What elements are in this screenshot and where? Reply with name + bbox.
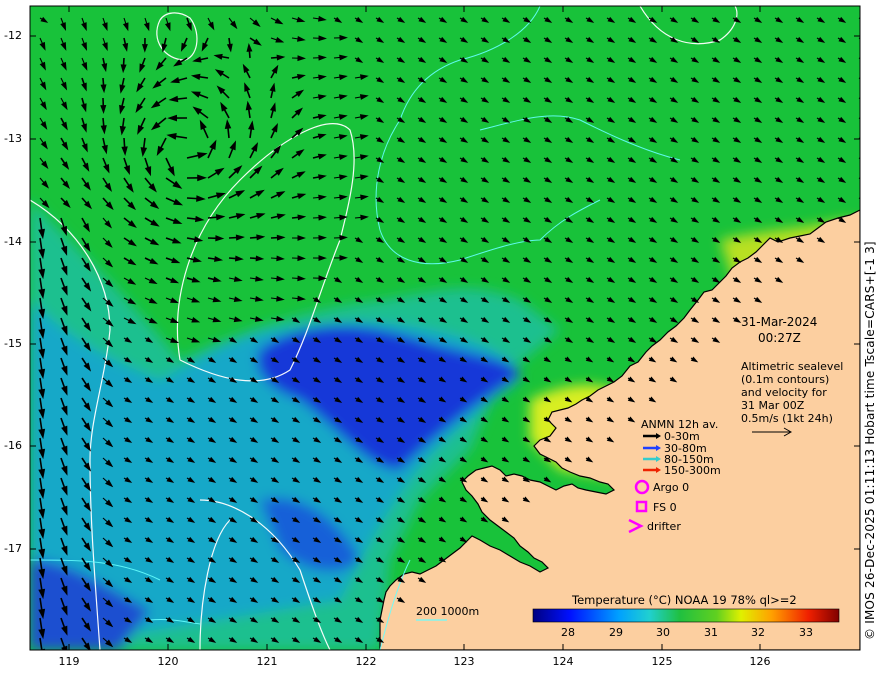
altimetry-line: Altimetric sealevel <box>741 360 844 373</box>
velocity-arrow-head <box>859 20 860 22</box>
velocity-arrow-head <box>859 100 860 102</box>
colorbar-tick: 30 <box>656 626 670 639</box>
altimetry-line: 0.5m/s (1kt 24h) <box>741 412 833 425</box>
velocity-arrow-head <box>859 80 860 82</box>
lat-tick: -12 <box>4 29 22 42</box>
velocity-arrow-head <box>38 648 46 650</box>
velocity-arrow-head <box>859 120 860 122</box>
velocity-arrow-head <box>859 160 860 162</box>
lat-tick: -16 <box>4 439 22 452</box>
velocity-arrow-head <box>859 200 860 202</box>
colorbar-tick: 29 <box>609 626 623 639</box>
lon-tick: 119 <box>58 655 80 668</box>
lat-tick: -17 <box>4 542 22 555</box>
colorbar-title: Temperature (°C) NOAA 19 78% ql>=2 <box>572 593 797 607</box>
lon-tick: 120 <box>157 655 179 668</box>
velocity-arrow-head <box>859 60 860 62</box>
lat-tick: -13 <box>4 132 22 145</box>
lat-tick: -15 <box>4 337 22 350</box>
drifter-label: drifter <box>647 520 681 533</box>
lon-tick: 126 <box>749 655 771 668</box>
lat-tick: -14 <box>4 235 22 248</box>
sst-map <box>29 5 861 651</box>
colorbar-tick: 31 <box>704 626 718 639</box>
argo-label: Argo 0 <box>653 481 690 494</box>
altimetry-line: and velocity for <box>741 386 827 399</box>
lon-tick: 125 <box>651 655 673 668</box>
fs-label: FS 0 <box>653 501 677 514</box>
colorbar-tick: 33 <box>799 626 813 639</box>
map-time: 00:27Z <box>758 331 801 345</box>
velocity-arrow-head <box>859 140 860 142</box>
side-credit-label: © IMOS 26-Dec-2025 01:11:13 Hobart time … <box>863 241 877 640</box>
lon-tick: 121 <box>256 655 278 668</box>
lon-tick: 123 <box>453 655 475 668</box>
altimetry-line: (0.1m contours) <box>741 373 830 386</box>
colorbar-tick: 32 <box>751 626 765 639</box>
altimetry-line: 31 Mar 00Z <box>741 399 805 412</box>
velocity-arrow-head <box>859 40 860 42</box>
colorbar-tick: 28 <box>561 626 575 639</box>
map-date: 31-Mar-2024 <box>741 315 818 329</box>
anmn-legend-item: 150-300m <box>664 464 721 477</box>
lon-tick: 124 <box>552 655 574 668</box>
depth-key-label: 200 1000m <box>416 605 480 618</box>
velocity-arrow-head <box>859 180 860 182</box>
lon-tick: 122 <box>355 655 377 668</box>
colorbar <box>532 608 840 623</box>
